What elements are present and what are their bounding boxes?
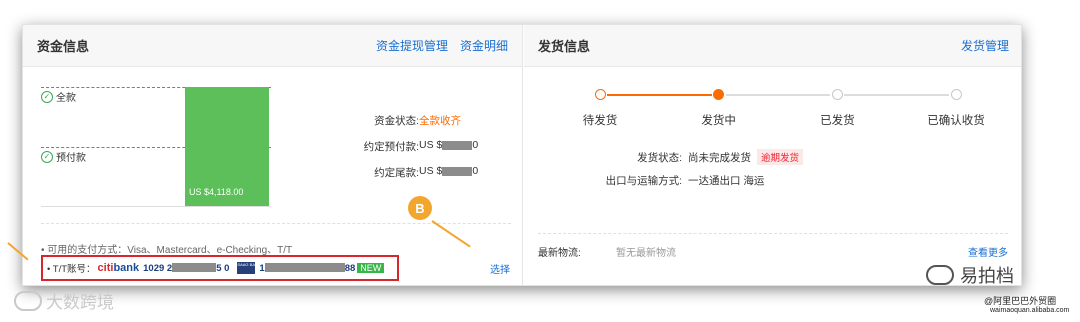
watermark-logo-icon xyxy=(14,290,42,311)
progress-step-dot xyxy=(713,89,725,100)
progress-connector xyxy=(844,94,949,96)
second-bank-account[interactable]: 1 88 xyxy=(259,263,355,274)
bar-value-label: US $4,118.00 xyxy=(189,187,244,197)
overdue-tag: 逾期发货 xyxy=(757,149,804,165)
progress-step-dot xyxy=(831,89,843,100)
progress-step-dot xyxy=(950,89,962,100)
shipping-title: 发货信息 xyxy=(538,39,591,54)
category-prepayment: ✓ 预付款 xyxy=(41,149,86,164)
funds-header-links: 资金提现管理 资金明细 xyxy=(376,37,508,54)
ship-method-value: 一达通出口 海运 xyxy=(688,175,765,187)
watermark-left: 大数跨境 xyxy=(14,288,114,313)
shipping-summary: 发货状态: 尚未完成发货 逾期发货 出口与运输方式: 一达通出口 海运 xyxy=(580,149,804,196)
funds-title: 资金信息 xyxy=(37,39,90,54)
shipping-manage-link[interactable]: 发货管理 xyxy=(961,37,1009,54)
section-divider xyxy=(41,223,511,224)
check-circle-icon: ✓ xyxy=(41,150,53,163)
progress-connector xyxy=(725,94,831,96)
tt-account-label: • T/T账号： xyxy=(47,264,96,275)
shipping-progress: 待发货 发货中 已发货 已确认收货 xyxy=(580,89,985,129)
withdraw-manage-link[interactable]: 资金提现管理 xyxy=(376,37,448,54)
balance-row: 约定尾款: US $0 xyxy=(374,165,479,179)
latest-logistics: 最新物流: 暂无最新物流 查看更多 xyxy=(538,233,1008,259)
fund-summary: 资金状态: 全款收齐 约定预付款: US $0 约定尾款: US $0 xyxy=(319,113,499,191)
redacted-mask xyxy=(442,166,473,176)
funds-header: 资金信息 资金提现管理 资金明细 xyxy=(23,25,522,67)
new-badge: NEW xyxy=(357,263,385,273)
ship-method-row: 出口与运输方式: 一达通出口 海运 xyxy=(605,175,765,187)
chart-baseline xyxy=(41,206,271,207)
funds-panel: 资金信息 资金提现管理 资金明细 ✓ 全款 ✓ 预付款 US $4,118.00 xyxy=(23,25,523,285)
fund-status-row: 资金状态: 全款收齐 xyxy=(374,115,461,127)
bank-logo-icon: SAAG BANK xyxy=(237,262,261,274)
prepay-row: 约定预付款: US $0 xyxy=(363,139,479,153)
fund-detail-link[interactable]: 资金明细 xyxy=(460,37,508,54)
progress-step-label: 发货中 xyxy=(701,115,736,127)
progress-step-label: 已确认收货 xyxy=(927,115,985,127)
ship-status-value: 尚未完成发货 xyxy=(688,151,751,164)
progress-connector xyxy=(607,94,712,96)
annotation-badge-b: B xyxy=(408,196,432,220)
ship-status-row: 发货状态: 尚未完成发货 逾期发货 xyxy=(580,149,804,165)
balance-value: US $0 xyxy=(419,165,479,177)
check-circle-icon: ✓ xyxy=(41,90,53,103)
category-full-payment: ✓ 全款 xyxy=(41,89,76,104)
category-label: 预付款 xyxy=(56,153,86,164)
progress-step-dot xyxy=(594,89,606,100)
order-info-frame: 资金信息 资金提现管理 资金明细 ✓ 全款 ✓ 预付款 US $4,118.00 xyxy=(22,24,1022,286)
citibank-account[interactable]: 1029 25 0 xyxy=(143,263,229,274)
shipping-panel: 发货信息 发货管理 待发货 发货中 已发货 已确认收货 发货状态: 尚未完成发货 逾期… xyxy=(524,25,1021,285)
funds-chart: ✓ 全款 ✓ 预付款 US $4,118.00 xyxy=(41,81,271,207)
category-label: 全款 xyxy=(56,93,76,104)
redacted-mask xyxy=(442,140,473,150)
payment-methods-text: • 可用的支付方式：Visa、Mastercard、e-Checking、T/T xyxy=(41,245,293,256)
prepay-value: US $0 xyxy=(419,139,479,151)
select-account-link[interactable]: 选择 xyxy=(490,261,510,276)
progress-step-label: 待发货 xyxy=(582,115,618,127)
progress-step-label: 已发货 xyxy=(820,115,855,127)
wechat-icon xyxy=(926,265,954,285)
logistics-value: 暂无最新物流 xyxy=(616,248,676,259)
fund-status-value: 全款收齐 xyxy=(419,115,461,127)
tt-account-highlight: • T/T账号： citibank 1029 25 0 SAAG BANK 18… xyxy=(41,255,399,281)
watermark-right: 易拍档 @阿里巴巴外贸圈 waimaoquan.alibaba.com xyxy=(926,262,1076,314)
shipping-header: 发货信息 发货管理 xyxy=(524,25,1021,67)
view-more-link[interactable]: 查看更多 xyxy=(968,244,1008,259)
citibank-logo: citibank xyxy=(97,262,140,274)
